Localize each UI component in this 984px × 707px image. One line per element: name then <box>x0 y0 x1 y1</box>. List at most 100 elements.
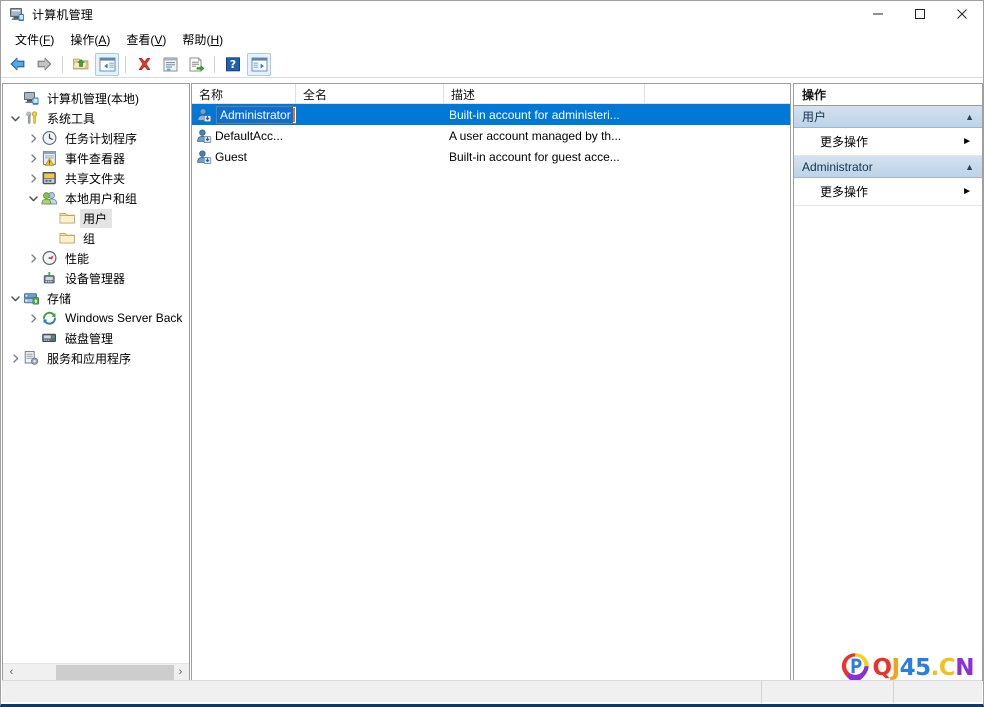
actions-section-header-users[interactable]: 用户 ▲ <box>794 106 982 128</box>
properties-button[interactable] <box>158 53 182 76</box>
export-list-button[interactable] <box>184 53 208 76</box>
actions-section-header-administrator[interactable]: Administrator ▲ <box>794 156 982 178</box>
close-button[interactable] <box>941 1 983 27</box>
tree-item-label: 本地用户和组 <box>65 191 138 206</box>
user-account-icon <box>196 128 212 144</box>
chevron-right-icon[interactable] <box>25 128 41 148</box>
chevron-right-icon[interactable] <box>25 148 41 168</box>
shared-folders-icon <box>41 170 58 186</box>
action-item-more-actions-users[interactable]: 更多操作 ► <box>794 128 982 156</box>
tree-item-shared-folders[interactable]: 共享文件夹 <box>3 168 189 188</box>
tree-item-label: 服务和应用程序 <box>47 351 132 366</box>
tree-item-performance[interactable]: 性能 <box>3 248 189 268</box>
toolbar-separator-3 <box>214 55 215 73</box>
title-bar: 计算机管理 <box>1 1 983 27</box>
tree-item-label: 计算机管理(本地) <box>47 91 139 106</box>
tree-item-services-and-applications[interactable]: 服务和应用程序 <box>3 348 189 368</box>
user-account-icon <box>196 149 212 165</box>
menu-file[interactable]: 文件(F) <box>9 29 64 50</box>
show-action-pane-button[interactable] <box>247 52 271 76</box>
tree-item-computer-management[interactable]: 计算机管理(本地) <box>3 88 189 108</box>
scrollbar-thumb[interactable] <box>56 664 174 680</box>
tree-item-event-viewer[interactable]: 事件查看器 <box>3 148 189 168</box>
menu-view[interactable]: 查看(V) <box>120 29 176 50</box>
menu-help[interactable]: 帮助(H) <box>176 29 233 50</box>
tree-item-users[interactable]: 用户 <box>3 208 189 228</box>
chevron-right-icon[interactable] <box>25 308 41 328</box>
window-title: 计算机管理 <box>32 7 94 22</box>
tree-item-groups[interactable]: 组 <box>3 228 189 248</box>
delete-button[interactable] <box>132 53 156 76</box>
toolbar-separator-2 <box>125 55 126 73</box>
rename-input-value: Administrator <box>217 106 293 123</box>
list-column-headers: 名称 全名 描述 <box>192 84 790 104</box>
tree-item-label: 性能 <box>65 251 90 266</box>
menu-action[interactable]: 操作(A) <box>64 29 120 50</box>
menu-help-label: 帮助 <box>182 32 207 47</box>
chevron-down-icon[interactable] <box>25 188 41 208</box>
menu-view-label: 查看 <box>126 32 151 47</box>
actions-section-label: 用户 <box>802 110 827 124</box>
minimize-button[interactable] <box>857 1 899 27</box>
maximize-button[interactable] <box>899 1 941 27</box>
chevron-none-icon <box>7 88 23 108</box>
forward-button[interactable] <box>32 53 56 76</box>
tree-item-label: 存储 <box>47 291 72 306</box>
tree-item-label: 共享文件夹 <box>65 171 126 186</box>
tree-item-local-users-and-groups[interactable]: 本地用户和组 <box>3 188 189 208</box>
collapse-up-icon[interactable]: ▲ <box>965 162 974 172</box>
scroll-right-arrow-icon[interactable]: › <box>172 664 189 681</box>
action-item-label: 更多操作 <box>820 185 869 199</box>
cell-name: Guest <box>215 149 248 164</box>
folder-icon <box>59 210 76 226</box>
submenu-arrow-icon: ► <box>962 136 972 147</box>
collapse-up-icon[interactable]: ▲ <box>965 112 974 122</box>
tree-item-task-scheduler[interactable]: 任务计划程序 <box>3 128 189 148</box>
tree-item-storage[interactable]: 存储 <box>3 288 189 308</box>
text-caret <box>292 107 295 122</box>
cell-description: Built-in account for administeri... <box>449 107 620 122</box>
status-bar <box>2 680 982 703</box>
column-header-description[interactable]: 描述 <box>444 84 645 104</box>
cell-description: Built-in account for guest acce... <box>449 149 620 164</box>
column-header-fullname[interactable]: 全名 <box>296 84 444 104</box>
list-rows: Administrator Built-in account for admin… <box>192 104 790 167</box>
action-item-more-actions-administrator[interactable]: 更多操作 ► <box>794 178 982 206</box>
tree-item-windows-server-backup[interactable]: Windows Server Back <box>3 308 189 328</box>
tree-item-label: 系统工具 <box>47 111 96 126</box>
menu-action-label: 操作 <box>70 32 95 47</box>
menu-view-accel: V <box>154 32 163 47</box>
show-hide-console-tree-button[interactable] <box>95 52 119 76</box>
chevron-right-icon[interactable] <box>25 168 41 188</box>
help-button[interactable]: ? <box>221 53 245 76</box>
rename-input[interactable]: Administrator <box>216 105 296 124</box>
status-cell-2 <box>762 680 894 703</box>
computer-icon <box>23 90 40 106</box>
local-users-icon <box>41 190 58 206</box>
actions-pane: 操作 用户 ▲ 更多操作 ► Administrator ▲ 更多操作 ► <box>793 83 983 681</box>
scrollbar-track[interactable] <box>20 664 174 681</box>
up-one-level-button[interactable] <box>69 53 93 76</box>
column-header-name[interactable]: 名称 <box>192 84 296 104</box>
chevron-down-icon[interactable] <box>7 108 23 128</box>
tree-scroll-area: 计算机管理(本地) 系统工具 任务计划程序 事件查看器 共享文件夹 本地用户和组… <box>3 84 189 662</box>
chevron-right-icon[interactable] <box>25 248 41 268</box>
menu-help-accel: H <box>210 32 220 47</box>
tree-horizontal-scrollbar[interactable]: ‹ › <box>3 663 189 680</box>
device-manager-icon <box>41 270 58 286</box>
scroll-left-arrow-icon[interactable]: ‹ <box>3 664 20 681</box>
chevron-down-icon[interactable] <box>7 288 23 308</box>
actions-pane-title: 操作 <box>794 84 982 106</box>
table-row[interactable]: Guest Built-in account for guest acce... <box>192 146 790 167</box>
services-apps-icon <box>23 350 40 366</box>
tree-item-disk-management[interactable]: 磁盘管理 <box>3 328 189 348</box>
tree-item-label: 设备管理器 <box>65 271 126 286</box>
table-row[interactable]: Administrator Built-in account for admin… <box>192 104 790 125</box>
tree-item-device-manager[interactable]: 设备管理器 <box>3 268 189 288</box>
tree-item-system-tools[interactable]: 系统工具 <box>3 108 189 128</box>
chevron-right-icon[interactable] <box>7 348 23 368</box>
table-row[interactable]: DefaultAcc... A user account managed by … <box>192 125 790 146</box>
back-button[interactable] <box>6 53 30 76</box>
action-item-label: 更多操作 <box>820 135 869 149</box>
system-tools-icon <box>23 110 40 126</box>
